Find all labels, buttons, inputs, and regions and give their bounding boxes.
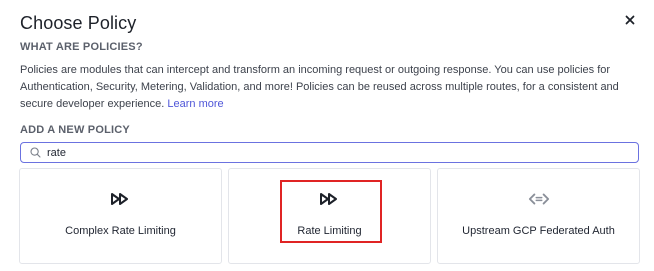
choose-policy-dialog: Choose Policy WHAT ARE POLICIES? Policie… <box>0 0 654 271</box>
add-new-policy-label: ADD A NEW POLICY <box>20 124 130 136</box>
dialog-title: Choose Policy <box>20 13 137 33</box>
policy-card-rate-limiting[interactable]: Rate Limiting <box>228 168 431 264</box>
policy-card-upstream-gcp-federated-auth[interactable]: Upstream GCP Federated Auth <box>437 168 640 264</box>
fast-forward-icon <box>110 191 132 207</box>
policy-card-complex-rate-limiting[interactable]: Complex Rate Limiting <box>19 168 222 264</box>
code-brackets-icon <box>528 191 550 207</box>
description-text: Policies are modules that can intercept … <box>20 64 619 110</box>
search-icon <box>29 147 41 159</box>
close-icon <box>625 12 635 30</box>
close-button[interactable] <box>623 14 637 28</box>
policy-card-label: Upstream GCP Federated Auth <box>462 225 615 237</box>
policy-card-label: Complex Rate Limiting <box>65 225 176 237</box>
policy-card-label: Rate Limiting <box>297 225 362 237</box>
search-input[interactable] <box>47 146 607 159</box>
fast-forward-icon <box>319 191 341 207</box>
learn-more-link[interactable]: Learn more <box>167 98 223 110</box>
policies-description: Policies are modules that can intercept … <box>20 62 640 113</box>
what-are-policies-label: WHAT ARE POLICIES? <box>20 41 143 53</box>
policy-search[interactable] <box>20 142 639 163</box>
policy-results: Complex Rate Limiting Rate Limiting Upst… <box>19 168 640 264</box>
